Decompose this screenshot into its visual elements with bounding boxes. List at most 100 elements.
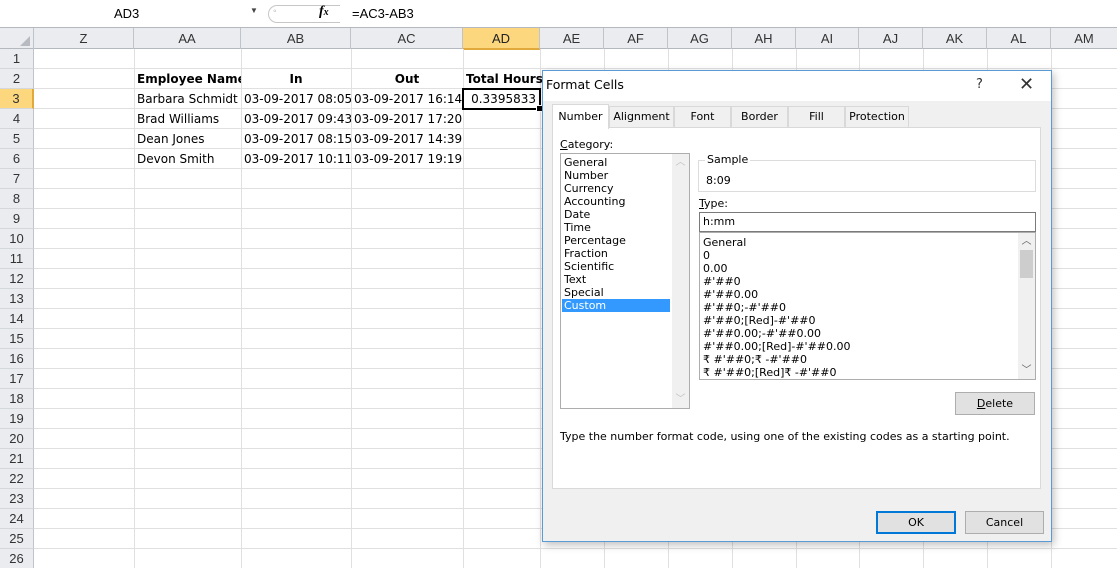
header-employee-name[interactable]: Employee Name <box>134 69 241 89</box>
category-item[interactable]: Special <box>562 286 672 299</box>
row-header[interactable]: 16 <box>0 349 34 369</box>
type-listbox[interactable]: General 0 0.00 #'##0 #'##0.00 #'##0;-#'#… <box>699 232 1036 380</box>
format-code-item[interactable]: 0 <box>701 249 1016 262</box>
delete-button[interactable]: Delete <box>955 392 1035 415</box>
format-code-item[interactable]: #'##0;[Red]-#'##0 <box>701 314 1016 327</box>
select-all-button[interactable] <box>0 28 34 49</box>
type-input[interactable]: h:mm <box>699 212 1036 232</box>
help-icon[interactable]: ? <box>976 77 983 92</box>
row-header[interactable]: 3 <box>0 89 34 109</box>
column-header-af[interactable]: AF <box>604 28 668 49</box>
row-header[interactable]: 10 <box>0 229 34 249</box>
row-header[interactable]: 21 <box>0 449 34 469</box>
column-header-ag[interactable]: AG <box>668 28 732 49</box>
cell-out[interactable]: 03-09-2017 19:19 <box>351 149 463 169</box>
row-header[interactable]: 8 <box>0 189 34 209</box>
category-item[interactable]: Currency <box>562 182 672 195</box>
close-icon[interactable]: ✕ <box>1019 74 1034 95</box>
name-box-dropdown-icon[interactable]: ▼ <box>250 6 258 15</box>
category-item[interactable]: General <box>562 156 672 169</box>
ok-button[interactable]: OK <box>876 511 956 534</box>
category-item[interactable]: Number <box>562 169 672 182</box>
row-header[interactable]: 14 <box>0 309 34 329</box>
row-header[interactable]: 26 <box>0 549 34 568</box>
header-in[interactable]: In <box>241 69 351 89</box>
row-header[interactable]: 9 <box>0 209 34 229</box>
chevron-up-icon[interactable]: ︿ <box>1018 233 1035 250</box>
category-item[interactable]: Percentage <box>562 234 672 247</box>
column-header-al[interactable]: AL <box>987 28 1051 49</box>
chevron-up-icon[interactable]: ︿ <box>672 154 689 171</box>
row-header[interactable]: 11 <box>0 249 34 269</box>
format-code-item[interactable]: ₹ #'##0;₹ -#'##0 <box>701 353 1016 366</box>
row-header[interactable]: 12 <box>0 269 34 289</box>
tab-protection[interactable]: Protection <box>845 106 909 127</box>
row-header[interactable]: 24 <box>0 509 34 529</box>
category-item[interactable]: Time <box>562 221 672 234</box>
cell-in[interactable]: 03-09-2017 10:11 <box>241 149 351 169</box>
tab-font[interactable]: Font <box>674 106 731 127</box>
row-header[interactable]: 23 <box>0 489 34 509</box>
cell-name[interactable]: Brad Williams <box>134 109 241 129</box>
column-header-ac[interactable]: AC <box>351 28 463 49</box>
category-item-selected[interactable]: Custom <box>562 299 670 312</box>
tab-border[interactable]: Border <box>731 106 788 127</box>
cell-name[interactable]: Devon Smith <box>134 149 241 169</box>
column-header-ai[interactable]: AI <box>796 28 859 49</box>
row-header[interactable]: 17 <box>0 369 34 389</box>
format-code-item[interactable]: #'##0;-#'##0 <box>701 301 1016 314</box>
format-code-item[interactable]: 0.00 <box>701 262 1016 275</box>
column-header-z[interactable]: Z <box>34 28 134 49</box>
category-item[interactable]: Scientific <box>562 260 672 273</box>
column-header-ab[interactable]: AB <box>241 28 351 49</box>
row-header[interactable]: 20 <box>0 429 34 449</box>
tab-number[interactable]: Number <box>552 104 609 129</box>
column-header-am[interactable]: AM <box>1051 28 1117 49</box>
cell-in[interactable]: 03-09-2017 08:15 <box>241 129 351 149</box>
header-total-hours[interactable]: Total Hours <box>463 69 553 89</box>
row-header[interactable]: 25 <box>0 529 34 549</box>
cell-out[interactable]: 03-09-2017 16:14 <box>351 89 463 109</box>
row-header[interactable]: 19 <box>0 409 34 429</box>
category-listbox[interactable]: General Number Currency Accounting Date … <box>560 153 690 409</box>
scrollbar-thumb[interactable] <box>1020 250 1033 278</box>
row-header[interactable]: 22 <box>0 469 34 489</box>
row-header[interactable]: 5 <box>0 129 34 149</box>
tab-fill[interactable]: Fill <box>788 106 845 127</box>
cancel-button[interactable]: Cancel <box>965 511 1044 534</box>
row-header[interactable]: 13 <box>0 289 34 309</box>
column-header-ae[interactable]: AE <box>540 28 604 49</box>
category-item[interactable]: Accounting <box>562 195 672 208</box>
row-header[interactable]: 6 <box>0 149 34 169</box>
type-scrollbar[interactable]: ︿ ﹀ <box>1018 233 1035 379</box>
column-header-ad[interactable]: AD <box>463 28 540 50</box>
format-code-item[interactable]: General <box>701 236 1016 249</box>
row-header[interactable]: 2 <box>0 69 34 89</box>
row-header[interactable]: 1 <box>0 49 34 69</box>
row-header[interactable]: 4 <box>0 109 34 129</box>
column-header-ak[interactable]: AK <box>923 28 987 49</box>
category-scrollbar[interactable]: ︿ ﹀ <box>672 154 689 408</box>
row-header[interactable]: 18 <box>0 389 34 409</box>
row-header[interactable]: 7 <box>0 169 34 189</box>
cell-in[interactable]: 03-09-2017 09:43 <box>241 109 351 129</box>
column-header-aa[interactable]: AA <box>134 28 241 49</box>
insert-function-icon[interactable]: fx <box>319 4 329 20</box>
name-box[interactable]: AD3 <box>0 4 250 24</box>
dialog-title-bar[interactable]: Format Cells ? ✕ <box>543 71 1051 101</box>
formula-cancel-icon[interactable]: ◦ <box>273 6 277 17</box>
tab-alignment[interactable]: Alignment <box>609 106 674 127</box>
format-code-item[interactable]: #'##0.00 <box>701 288 1016 301</box>
format-code-item[interactable]: #'##0.00;-#'##0.00 <box>701 327 1016 340</box>
cell-name[interactable]: Dean Jones <box>134 129 241 149</box>
column-header-aj[interactable]: AJ <box>859 28 923 49</box>
cell-name[interactable]: Barbara Schmidt <box>134 89 241 109</box>
cell-out[interactable]: 03-09-2017 17:20 <box>351 109 463 129</box>
chevron-down-icon[interactable]: ﹀ <box>672 391 689 408</box>
formula-input[interactable]: =AC3-AB3 <box>352 4 1052 24</box>
column-header-ah[interactable]: AH <box>732 28 796 49</box>
format-code-item[interactable]: #'##0 <box>701 275 1016 288</box>
active-cell-ad3[interactable]: 0.3395833 <box>462 88 543 112</box>
category-item[interactable]: Fraction <box>562 247 672 260</box>
cell-out[interactable]: 03-09-2017 14:39 <box>351 129 463 149</box>
